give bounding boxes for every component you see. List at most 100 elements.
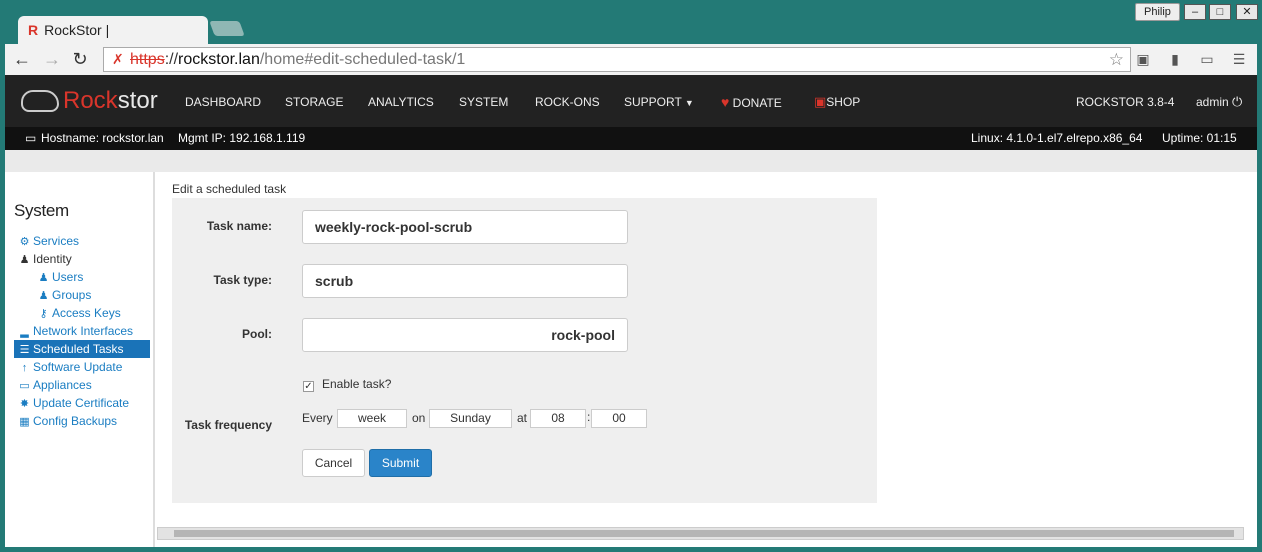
sidebar-item-update-certificate[interactable]: ✸ Update Certificate <box>18 394 129 412</box>
on-label: on <box>412 411 426 425</box>
at-label: at <box>517 411 528 425</box>
group-icon: ♟ <box>38 290 49 302</box>
cast-icon[interactable]: ▭ <box>1197 50 1217 69</box>
forward-arrow-icon[interactable]: → <box>41 48 63 70</box>
url-scheme: https <box>130 51 165 68</box>
time-separator: : <box>587 410 591 424</box>
new-tab-button[interactable] <box>209 21 245 36</box>
sidebar-item-label: Software Update <box>33 360 123 374</box>
system-sidebar: System ⚙ Services ♟ Identity ♟ Users ♟ Group… <box>5 172 155 547</box>
minute-input[interactable]: 00 <box>591 409 647 428</box>
sidebar-item-groups[interactable]: ♟ Groups <box>37 286 92 304</box>
sidebar-item-label: Network Interfaces <box>33 324 134 338</box>
minimize-icon[interactable]: – <box>1184 4 1206 20</box>
nav-system[interactable]: SYSTEM <box>459 75 508 127</box>
gear-icon: ⚙ <box>19 236 30 248</box>
sidebar-item-services[interactable]: ⚙ Services <box>18 232 79 250</box>
pool-label: Pool: <box>242 327 272 341</box>
monitor-icon: ▭ <box>25 131 37 145</box>
sidebar-item-label: Config Backups <box>33 414 118 428</box>
menu-icon[interactable]: ☰ <box>1229 50 1249 69</box>
sidebar-item-network-interfaces[interactable]: ▂ Network Interfaces <box>18 322 133 340</box>
key-icon: ⚷ <box>39 308 48 320</box>
scrollbar-thumb[interactable] <box>174 530 1234 537</box>
extension-mouse-icon[interactable]: ▮ <box>1165 50 1185 69</box>
sidebar-item-label: Appliances <box>33 378 92 392</box>
address-bar[interactable]: ✗ https://rockstor.lan/home#edit-schedul… <box>103 47 1131 72</box>
enable-task-label: Enable task? <box>322 377 392 391</box>
maximize-icon[interactable]: □ <box>1209 4 1231 20</box>
nav-shop-label: SHOP <box>826 95 861 109</box>
uptime-text: Uptime: 01:15 <box>1162 131 1237 145</box>
nav-support-label: SUPPORT <box>624 95 682 109</box>
power-icon[interactable]: ⏻ <box>1232 94 1242 109</box>
sidebar-item-scheduled-tasks[interactable]: ☰ Scheduled Tasks <box>14 340 150 358</box>
cancel-button[interactable]: Cancel <box>302 449 365 477</box>
horizontal-scrollbar[interactable] <box>157 527 1244 540</box>
caret-down-icon: ▼ <box>684 98 694 108</box>
url-separator: :// <box>164 51 179 68</box>
hour-input[interactable]: 08 <box>530 409 586 428</box>
task-type-label: Task type: <box>213 273 272 287</box>
submit-button[interactable]: Submit <box>369 449 432 477</box>
bookmark-star-icon[interactable]: ☆ <box>1109 48 1124 71</box>
spacer-strip <box>5 150 1257 172</box>
url-path: /home#edit-scheduled-task/1 <box>259 51 466 68</box>
task-name-label: Task name: <box>206 219 272 233</box>
hostname-text: Hostname: rockstor.lan <box>41 131 164 145</box>
user-name: admin <box>1196 95 1229 109</box>
nav-shop[interactable]: ▣SHOP <box>814 75 860 127</box>
logo-text-stor: stor <box>117 87 158 114</box>
rockstor-logo[interactable]: Rockstor <box>21 87 158 115</box>
sidebar-item-label: Identity <box>33 252 72 266</box>
sidebar-item-label: Update Certificate <box>33 396 130 410</box>
sidebar-item-label: Groups <box>52 288 92 302</box>
day-of-week-input[interactable]: Sunday <box>429 409 512 428</box>
certificate-icon: ✸ <box>19 398 30 410</box>
sidebar-item-config-backups[interactable]: ▦ Config Backups <box>18 412 117 430</box>
sidebar-item-software-update[interactable]: ↑ Software Update <box>18 358 123 376</box>
profile-button[interactable]: Philip <box>1135 3 1180 21</box>
sidebar-item-access-keys[interactable]: ⚷ Access Keys <box>37 304 121 322</box>
sidebar-item-label: Services <box>33 234 80 248</box>
sidebar-item-label: Access Keys <box>52 306 121 320</box>
back-arrow-icon[interactable]: ← <box>11 48 33 70</box>
system-info-bar: ▭ Hostname: rockstor.lan Mgmt IP: 192.16… <box>5 127 1257 150</box>
top-navbar: Rockstor DASHBOARD STORAGE ANALYTICS SYS… <box>5 75 1257 127</box>
nav-donate-label: DONATE <box>732 96 782 110</box>
list-icon: ☰ <box>19 344 30 356</box>
frequency-unit-input[interactable]: week <box>337 409 407 428</box>
extension-translate-icon[interactable]: ▣ <box>1133 50 1153 69</box>
version-label: ROCKSTOR 3.8-4 <box>1076 95 1175 109</box>
reload-icon[interactable]: ↻ <box>69 48 91 70</box>
rockstor-app: Rockstor DASHBOARD STORAGE ANALYTICS SYS… <box>5 75 1257 547</box>
sidebar-item-appliances[interactable]: ▭ Appliances <box>18 376 92 394</box>
pool-input[interactable]: rock-pool <box>302 318 628 352</box>
nav-analytics[interactable]: ANALYTICS <box>368 75 434 127</box>
user-menu[interactable]: admin ⏻ <box>1196 75 1242 127</box>
monitor-icon: ▭ <box>19 380 30 392</box>
main-content: Edit a scheduled task Task name: weekly-… <box>157 172 1257 547</box>
task-name-input[interactable]: weekly-rock-pool-scrub <box>302 210 628 244</box>
nav-donate[interactable]: ♥ DONATE <box>721 75 782 127</box>
enable-task-checkbox[interactable]: ✓ <box>303 381 314 392</box>
close-window-icon[interactable]: ✕ <box>1236 4 1258 20</box>
url-host: rockstor.lan <box>178 51 260 68</box>
arrow-up-icon: ↑ <box>21 362 28 374</box>
nav-storage[interactable]: STORAGE <box>285 75 343 127</box>
nav-support[interactable]: SUPPORT ▼ <box>624 75 694 127</box>
user-icon: ♟ <box>19 254 30 266</box>
sidebar-item-users[interactable]: ♟ Users <box>37 268 84 286</box>
logo-text-rock: Rock <box>63 87 118 114</box>
task-frequency-label: Task frequency <box>184 418 272 432</box>
user-icon: ♟ <box>38 272 49 284</box>
sidebar-title: System <box>14 201 69 220</box>
nav-rock-ons[interactable]: ROCK-ONS <box>535 75 600 127</box>
sidebar-item-label: Scheduled Tasks <box>33 342 124 356</box>
browser-tab[interactable]: R RockStor | <box>18 16 208 44</box>
rockstor-favicon-icon: R <box>28 22 39 38</box>
every-label: Every <box>302 411 333 425</box>
browser-toolbar: ← → ↻ ✗ https://rockstor.lan/home#edit-s… <box>5 44 1257 75</box>
nav-dashboard[interactable]: DASHBOARD <box>185 75 261 127</box>
task-type-input[interactable]: scrub <box>302 264 628 298</box>
